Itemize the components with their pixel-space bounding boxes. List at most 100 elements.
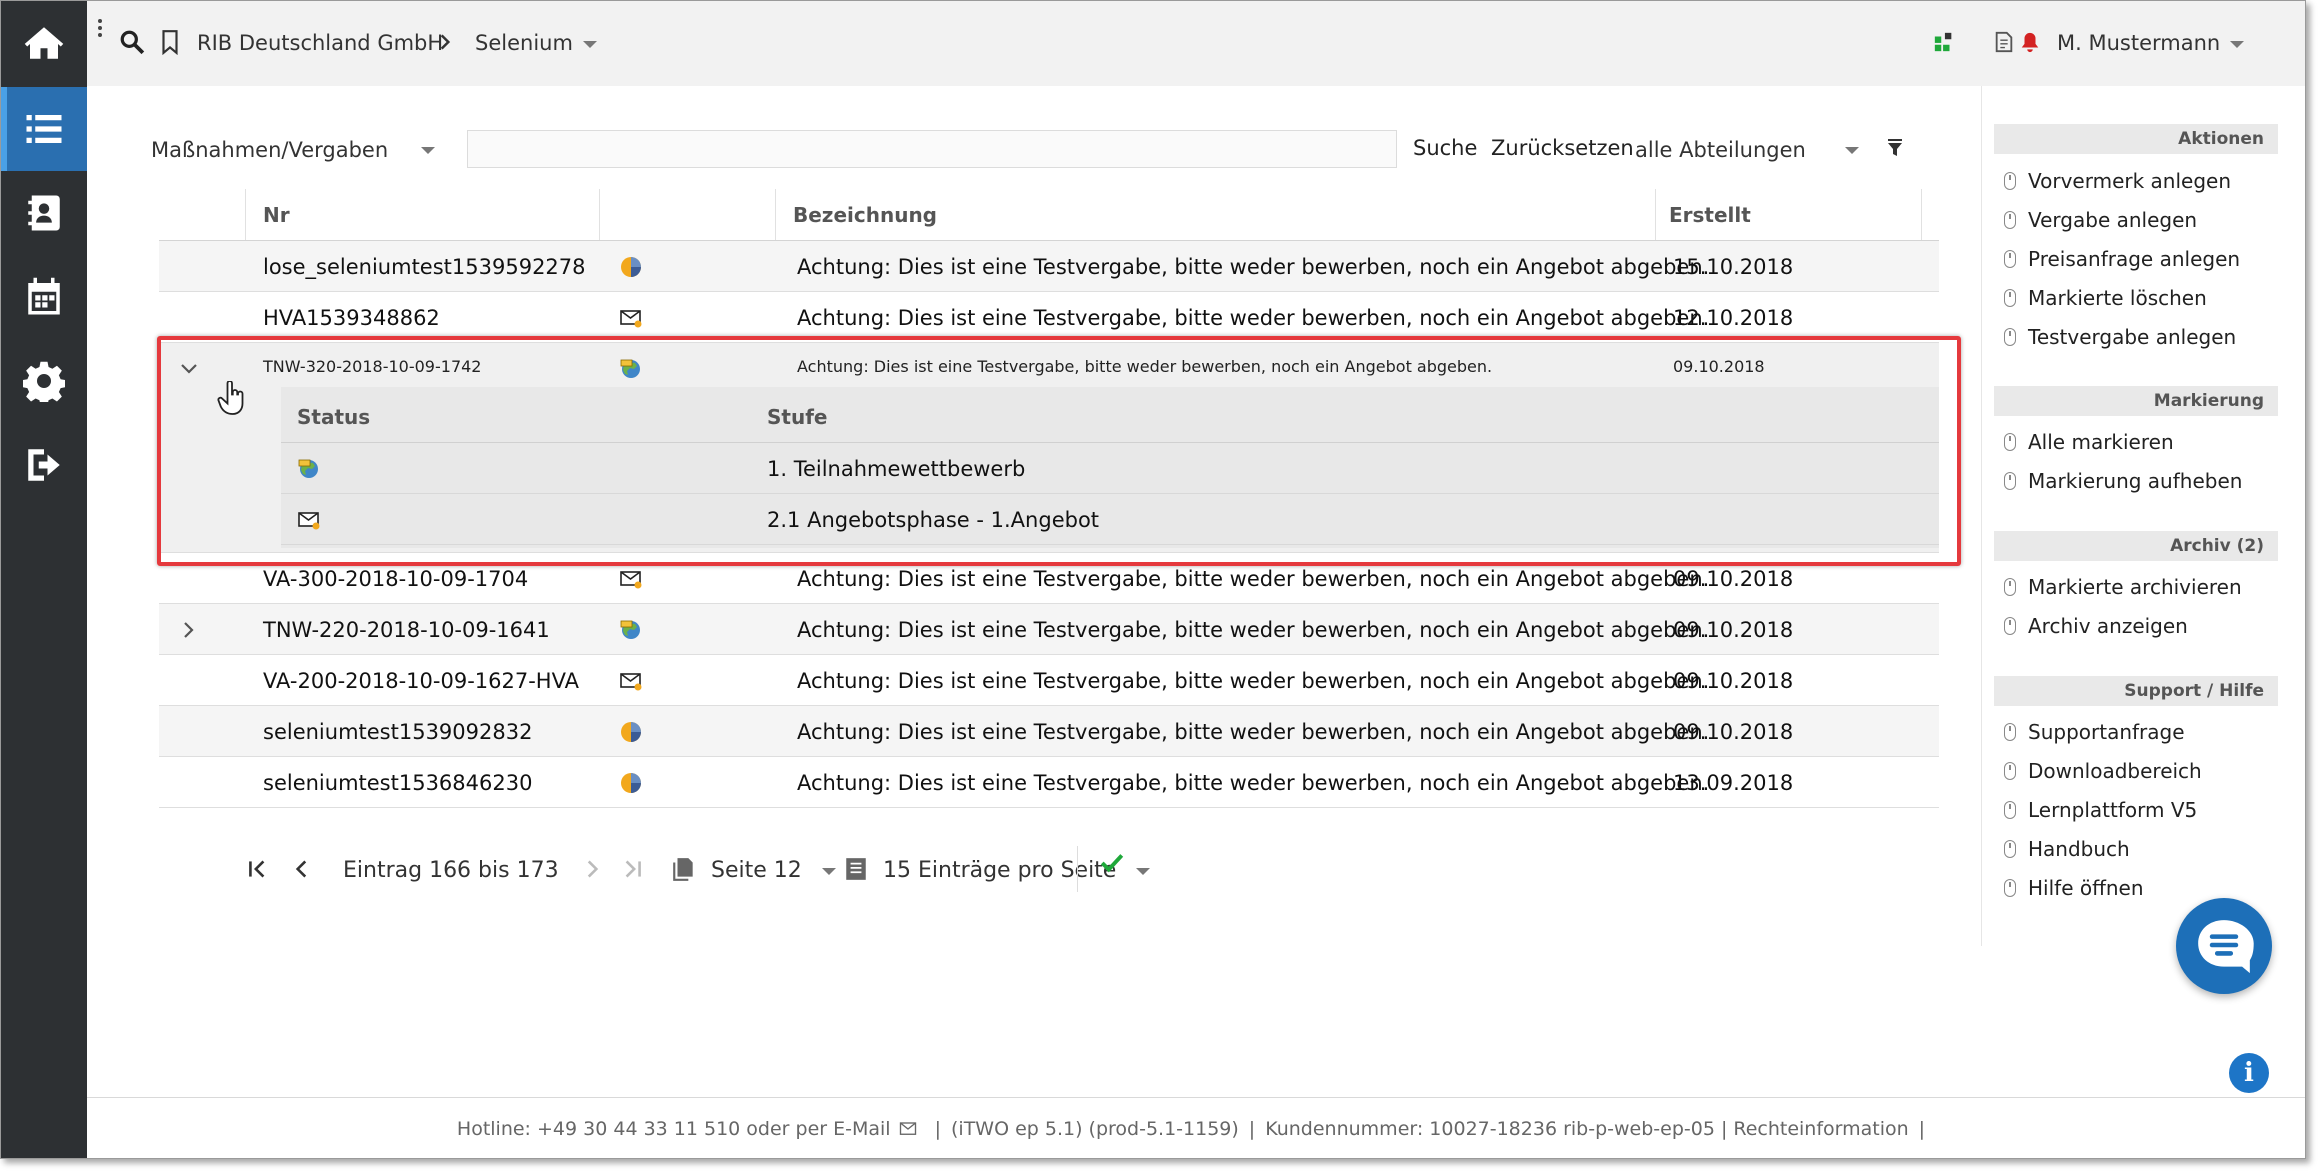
- row-nr: lose_seleniumtest1539592278: [263, 255, 586, 279]
- first-page-icon[interactable]: [245, 856, 271, 882]
- action-preisanfrage-anlegen[interactable]: Preisanfrage anlegen: [2004, 244, 2240, 274]
- last-page-icon[interactable]: [619, 856, 645, 882]
- footer: Hotline: +49 30 44 33 11 510 oder per E-…: [87, 1097, 2305, 1158]
- chevron-down-icon: [421, 147, 435, 154]
- document-edit-icon[interactable]: [1993, 29, 2015, 55]
- previous-page-icon[interactable]: [289, 856, 315, 882]
- chevron-right-icon[interactable]: [177, 618, 201, 642]
- row-erstellt: 09.10.2018: [1673, 567, 1794, 591]
- table-row[interactable]: lose_seleniumtest1539592278 Achtung: Die…: [159, 241, 1939, 292]
- home-icon: [24, 27, 64, 59]
- action-hilfe-oeffnen[interactable]: Hilfe öffnen: [2004, 873, 2144, 903]
- row-bezeichnung: Achtung: Dies ist eine Testvergabe, bitt…: [797, 618, 1710, 642]
- table-row[interactable]: VA-200-2018-10-09-1627-HVA Achtung: Dies…: [159, 655, 1939, 706]
- action-label: Preisanfrage anlegen: [2028, 247, 2241, 271]
- action-label: Lernplattform V5: [2028, 798, 2198, 822]
- next-page-icon[interactable]: [579, 856, 605, 882]
- bookmark-icon[interactable]: [157, 29, 183, 55]
- bell-icon[interactable]: [2019, 29, 2041, 55]
- table-row[interactable]: seleniumtest1539092832 Achtung: Dies ist…: [159, 706, 1939, 757]
- row-nr: VA-300-2018-10-09-1704: [263, 567, 529, 591]
- project-selector[interactable]: Selenium: [475, 31, 597, 55]
- pie-icon: [621, 773, 641, 793]
- table-row[interactable]: seleniumtest1536846230 Achtung: Dies ist…: [159, 757, 1939, 808]
- apps-icon[interactable]: [1933, 29, 1955, 55]
- nav-logout[interactable]: [1, 423, 87, 507]
- action-testvergabe-anlegen[interactable]: Testvergabe anlegen: [2004, 322, 2236, 352]
- row-bezeichnung: Achtung: Dies ist eine Testvergabe, bitt…: [797, 771, 1710, 795]
- department-value: alle Abteilungen: [1635, 138, 1806, 162]
- mouse-icon: [2004, 617, 2016, 635]
- email-icon[interactable]: [897, 1120, 919, 1138]
- chevron-down-icon[interactable]: [177, 357, 201, 381]
- category-value: Maßnahmen/Vergaben: [151, 138, 389, 162]
- nav-calendar[interactable]: [1, 255, 87, 339]
- filter-icon[interactable]: [1887, 139, 1903, 157]
- user-name: M. Mustermann: [2057, 31, 2221, 55]
- action-markierung-aufheben[interactable]: Markierung aufheben: [2004, 466, 2242, 496]
- chevron-down-icon: [1845, 147, 1859, 154]
- action-supportanfrage[interactable]: Supportanfrage: [2004, 717, 2185, 747]
- nav-list[interactable]: [1, 87, 87, 171]
- envelope-icon: [620, 571, 642, 589]
- pager-range: Eintrag 166 bis 173: [343, 858, 559, 883]
- table-row[interactable]: VA-300-2018-10-09-1704 Achtung: Dies ist…: [159, 553, 1939, 604]
- per-page-value: 15 Einträge pro Seite: [883, 858, 1117, 883]
- action-label: Testvergabe anlegen: [2028, 325, 2237, 349]
- page-value: Seite 12: [711, 858, 802, 883]
- search-button[interactable]: Suche: [1413, 136, 1477, 160]
- action-archiv-anzeigen[interactable]: Archiv anzeigen: [2004, 611, 2188, 641]
- row-erstellt: 13.09.2018: [1673, 771, 1794, 795]
- left-nav: [1, 1, 87, 1158]
- section-header-markierung: Markierung: [1994, 386, 2278, 416]
- envelope-icon: [298, 512, 320, 530]
- action-label: Supportanfrage: [2028, 720, 2185, 744]
- table-row[interactable]: HVA1539348862 Achtung: Dies ist eine Tes…: [159, 292, 1939, 343]
- mouse-icon: [2004, 840, 2016, 858]
- action-markierte-archivieren[interactable]: Markierte archivieren: [2004, 572, 2242, 602]
- search-icon[interactable]: [119, 29, 145, 55]
- action-label: Markierte löschen: [2028, 286, 2207, 310]
- user-menu[interactable]: M. Mustermann: [2057, 31, 2245, 55]
- company-name[interactable]: RIB Deutschland GmbH: [197, 31, 443, 55]
- chevron-down-icon: [582, 40, 597, 48]
- sub-table-row[interactable]: 1. Teilnahmewettbewerb: [281, 443, 1939, 494]
- checkmark-icon[interactable]: [1099, 850, 1125, 876]
- category-select[interactable]: Maßnahmen/Vergaben: [143, 130, 443, 170]
- pager-divider: [1077, 846, 1078, 892]
- page-selector[interactable]: Seite 12: [711, 858, 836, 883]
- action-lernplattform[interactable]: Lernplattform V5: [2004, 795, 2197, 825]
- row-erstellt: 09.10.2018: [1673, 357, 1765, 376]
- nav-contacts[interactable]: [1, 171, 87, 255]
- action-downloadbereich[interactable]: Downloadbereich: [2004, 756, 2202, 786]
- list-icon: [26, 115, 62, 143]
- row-erstellt: 12.10.2018: [1673, 306, 1794, 330]
- sub-table-row[interactable]: 2.1 Angebotsphase - 1.Angebot: [281, 494, 1939, 545]
- action-markierte-loeschen[interactable]: Markierte löschen: [2004, 283, 2207, 313]
- footer-legal-link[interactable]: Rechteinformation: [1733, 1118, 1908, 1140]
- column-header-bezeichnung[interactable]: Bezeichnung: [793, 203, 937, 227]
- action-label: Handbuch: [2028, 837, 2130, 861]
- mouse-icon: [2004, 472, 2016, 490]
- action-vorvermerk-anlegen[interactable]: Vorvermerk anlegen: [2004, 166, 2231, 196]
- action-handbuch[interactable]: Handbuch: [2004, 834, 2130, 864]
- search-input[interactable]: [467, 130, 1397, 168]
- row-bezeichnung: Achtung: Dies ist eine Testvergabe, bitt…: [797, 669, 1710, 693]
- sub-column-header-stufe: Stufe: [767, 405, 828, 429]
- column-header-nr[interactable]: Nr: [263, 203, 290, 227]
- sub-row-stufe: 1. Teilnahmewettbewerb: [767, 457, 1026, 481]
- action-label: Archiv anzeigen: [2028, 614, 2188, 638]
- row-nr: seleniumtest1539092832: [263, 720, 533, 744]
- action-vergabe-anlegen[interactable]: Vergabe anlegen: [2004, 205, 2197, 235]
- chat-button[interactable]: [2176, 898, 2272, 994]
- reset-button[interactable]: Zurücksetzen: [1491, 136, 1634, 160]
- department-select[interactable]: alle Abteilungen: [1627, 130, 1867, 170]
- info-button[interactable]: i: [2229, 1053, 2269, 1093]
- more-vertical-icon[interactable]: [97, 19, 103, 41]
- nav-home[interactable]: [1, 1, 87, 85]
- nav-settings[interactable]: [1, 339, 87, 423]
- table-row[interactable]: TNW-220-2018-10-09-1641 Achtung: Dies is…: [159, 604, 1939, 655]
- column-header-erstellt[interactable]: Erstellt: [1669, 203, 1751, 227]
- action-alle-markieren[interactable]: Alle markieren: [2004, 427, 2174, 457]
- mouse-icon: [2004, 879, 2016, 897]
